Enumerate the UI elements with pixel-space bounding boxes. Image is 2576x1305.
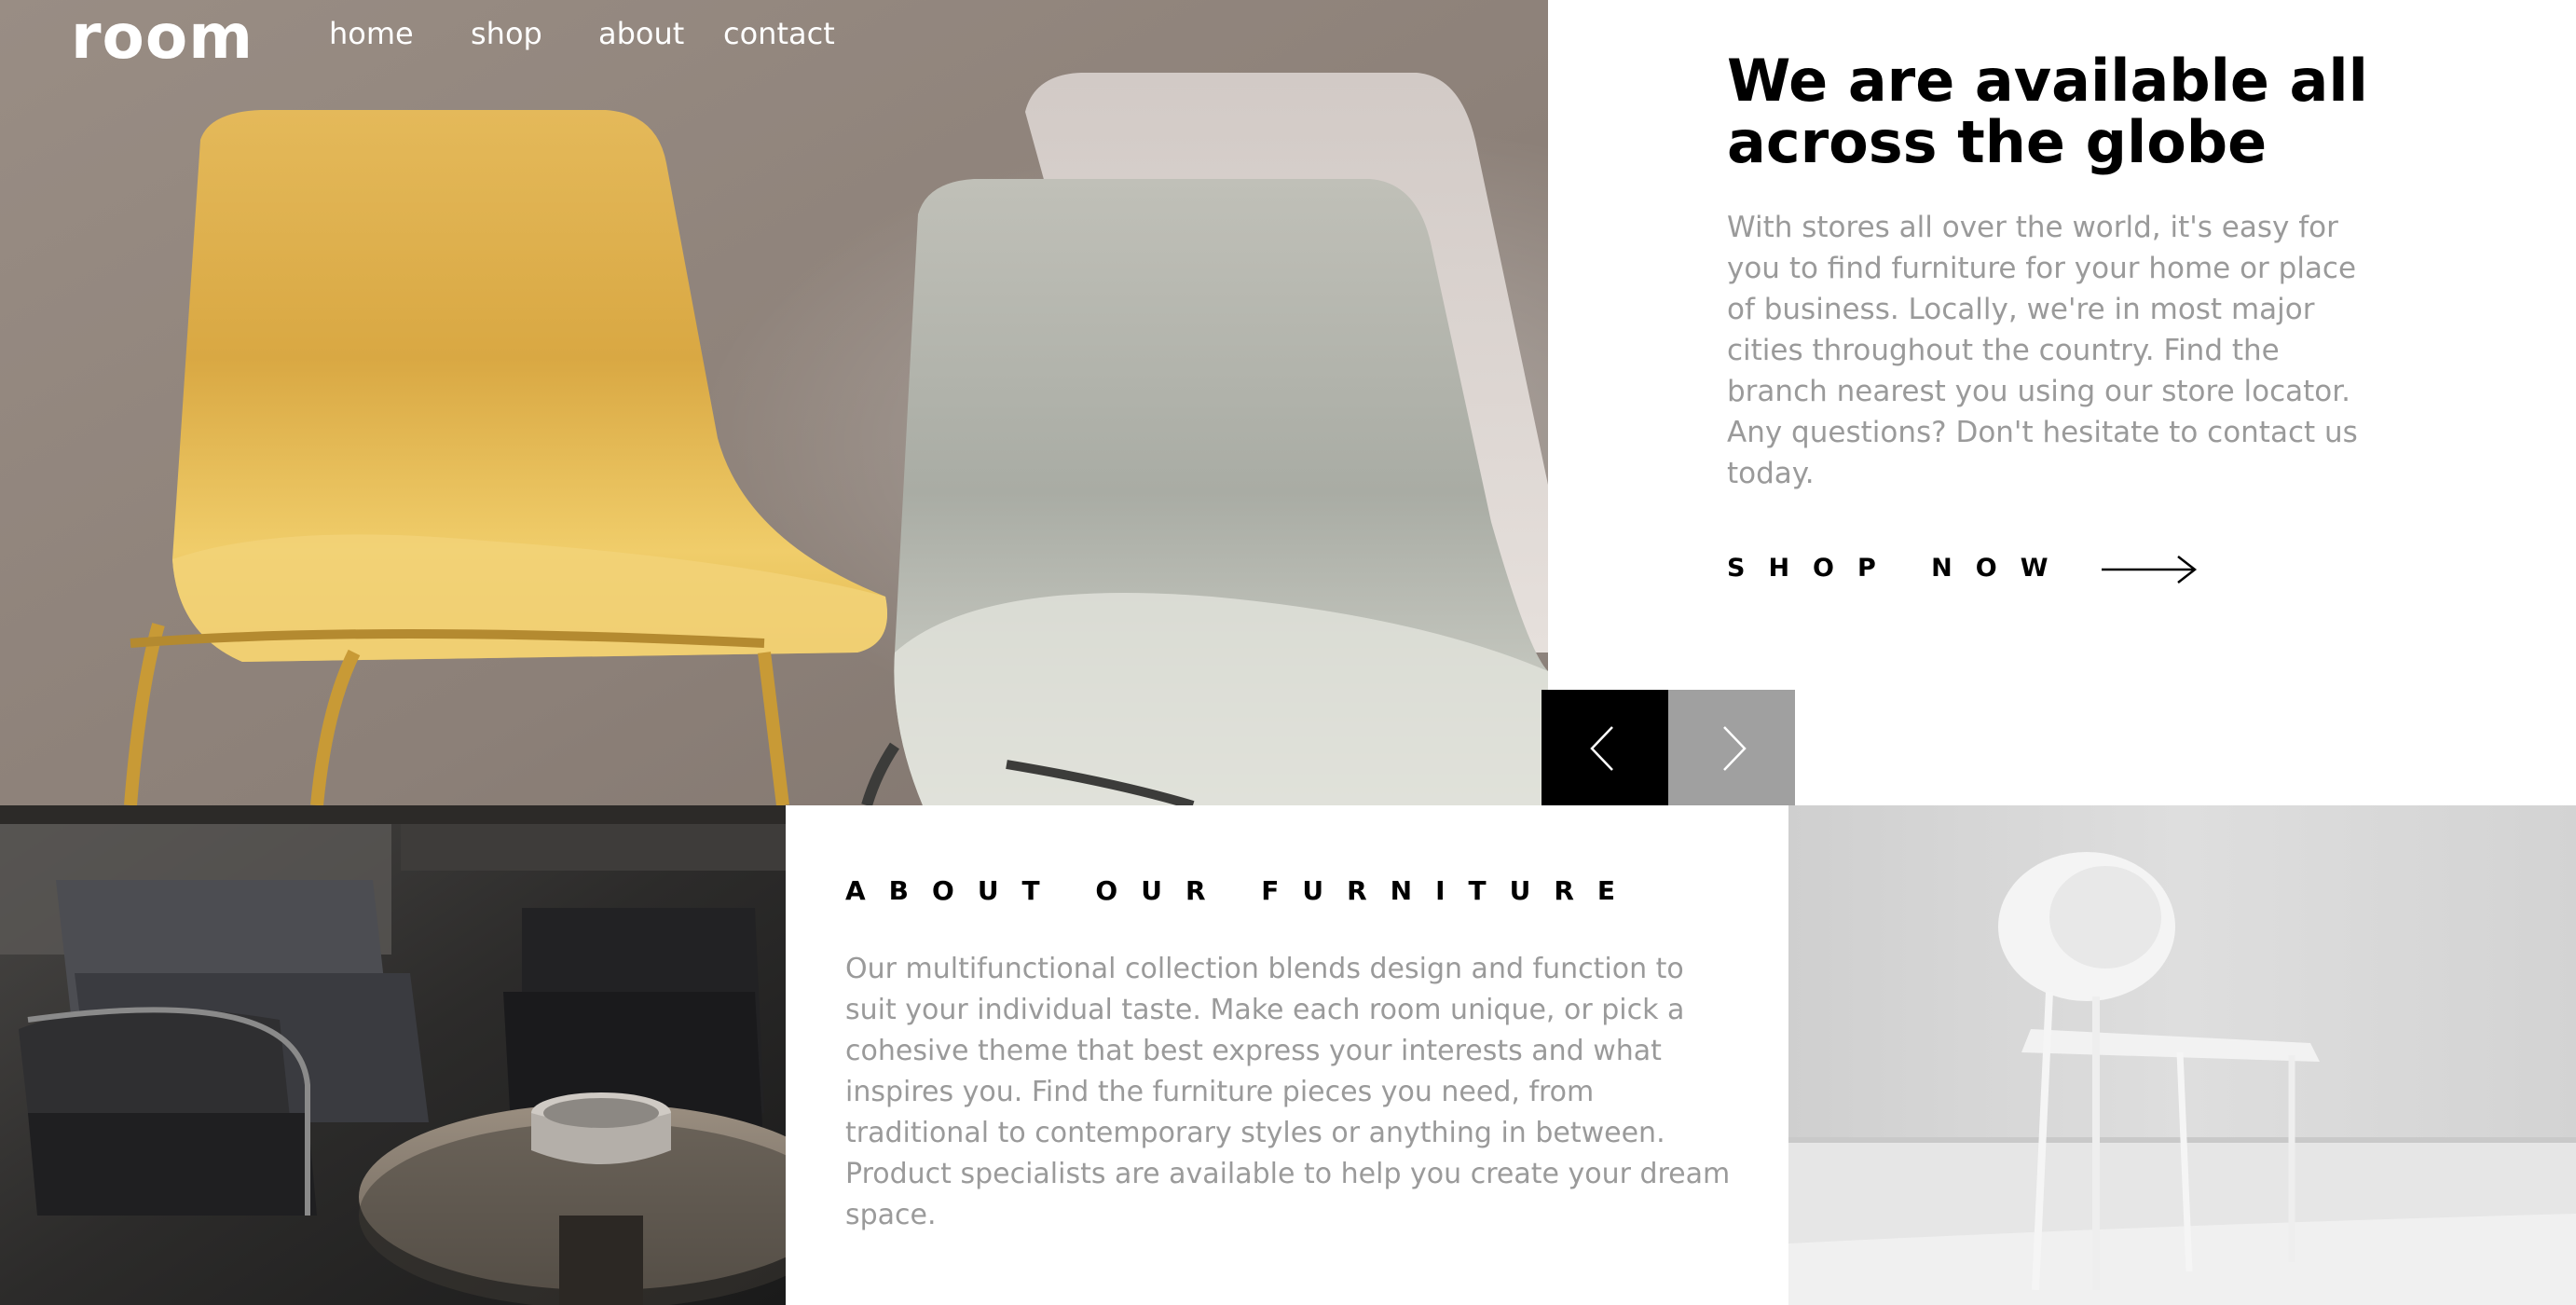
nav-link-home[interactable]: home (329, 15, 414, 52)
hero-text-panel: We are available all across the globe Wi… (1548, 0, 2576, 805)
shop-now-label: SHOP NOW (1727, 554, 2072, 583)
white-chair-photo (1788, 805, 2576, 1305)
main-nav: room home shop about contact (0, 0, 932, 75)
nav-link-contact[interactable]: contact (723, 15, 835, 52)
about-heading: ABOUT OUR FURNITURE (845, 875, 1639, 906)
living-room-photo (0, 805, 786, 1305)
white-chair-image (1788, 805, 2576, 1305)
chairs-photo (0, 0, 1548, 805)
shop-now-link[interactable]: SHOP NOW (1727, 546, 2268, 593)
slider-prev-button[interactable] (1541, 690, 1668, 806)
chevron-left-icon (1590, 726, 1613, 771)
about-description: Our multifunctional collection blends de… (845, 953, 1731, 1231)
nav-link-shop[interactable]: shop (471, 15, 542, 52)
logo[interactable]: room (71, 2, 253, 73)
about-section: ABOUT OUR FURNITURE Our multifunctional … (786, 805, 1788, 1305)
hero-image: room home shop about contact (0, 0, 1548, 805)
slider-next-button[interactable] (1668, 690, 1795, 806)
hero-description: With stores all over the world, it's eas… (1727, 211, 2358, 490)
nav-link-about[interactable]: about (598, 15, 684, 52)
dark-room-image (0, 805, 786, 1305)
arrow-right-icon (2102, 556, 2198, 584)
chevron-right-icon (1723, 726, 1747, 771)
hero-title: We are available all across the globe (1727, 47, 2368, 176)
